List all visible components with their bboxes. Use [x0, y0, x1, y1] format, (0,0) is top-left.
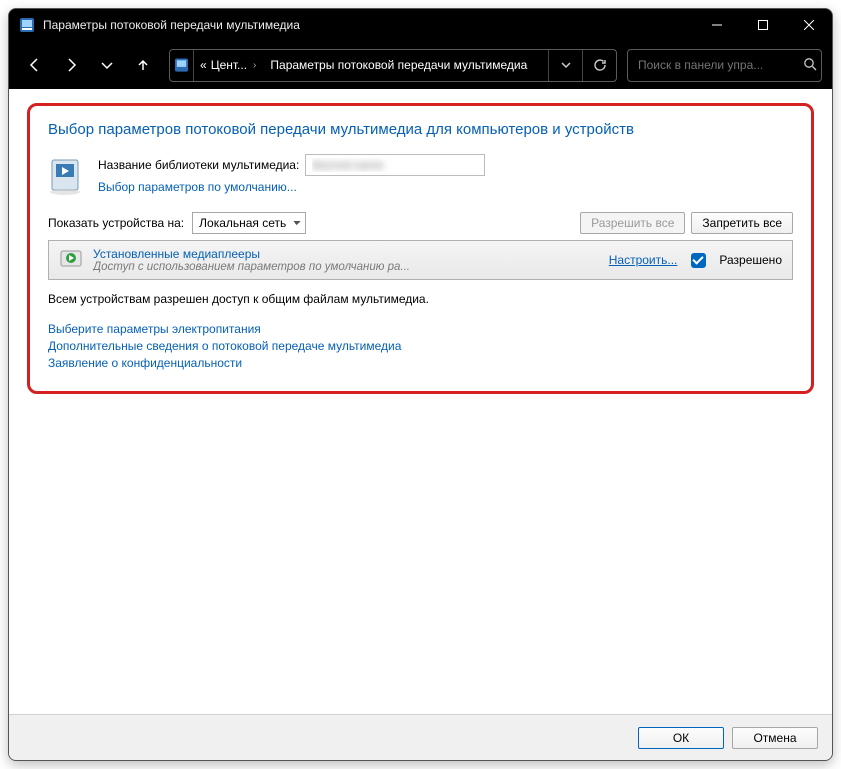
allow-all-button[interactable]: Разрешить все: [580, 212, 685, 234]
page-heading: Выбор параметров потоковой передачи муль…: [48, 120, 793, 140]
power-settings-link[interactable]: Выберите параметры электропитания: [48, 322, 793, 336]
allowed-label: Разрешено: [719, 253, 782, 267]
forward-button[interactable]: [55, 49, 87, 81]
address-icon: [170, 50, 194, 81]
window-title: Параметры потоковой передачи мультимедиа: [43, 18, 300, 32]
device-subtitle: Доступ с использованием параметров по ум…: [93, 261, 599, 273]
library-label-row: Название библиотеки мультимедиа:: [98, 154, 485, 176]
breadcrumb-seg1: Цент...: [211, 58, 247, 72]
minimize-button[interactable]: [694, 9, 740, 41]
recent-button[interactable]: [91, 49, 123, 81]
maximize-button[interactable]: [740, 9, 786, 41]
window: Параметры потоковой передачи мультимедиа: [8, 8, 833, 761]
breadcrumb-current[interactable]: Параметры потоковой передачи мультимедиа: [264, 50, 533, 81]
show-devices-label: Показать устройства на:: [48, 216, 184, 230]
navbar: « Цент... › Параметры потоковой передачи…: [9, 41, 832, 89]
search-icon[interactable]: [803, 57, 817, 74]
page: Выбор параметров потоковой передачи муль…: [9, 89, 832, 714]
highlighted-panel: Выбор параметров потоковой передачи муль…: [27, 103, 814, 394]
deny-all-button[interactable]: Запретить все: [691, 212, 793, 234]
device-title: Установленные медиаплееры: [93, 247, 599, 261]
chevron-right-icon: ›: [251, 60, 258, 71]
address-dropdown-button[interactable]: [548, 50, 582, 81]
network-select[interactable]: Локальная сеть: [192, 212, 306, 234]
breadcrumb-seg2: Параметры потоковой передачи мультимедиа: [270, 58, 527, 72]
ok-button[interactable]: ОК: [638, 727, 724, 749]
link-list: Выберите параметры электропитания Дополн…: [48, 322, 793, 370]
library-label: Название библиотеки мультимедиа:: [98, 158, 299, 172]
device-texts: Установленные медиаплееры Доступ с испол…: [93, 247, 599, 273]
library-name-input[interactable]: [305, 154, 485, 176]
back-button[interactable]: [19, 49, 51, 81]
refresh-button[interactable]: [582, 50, 616, 81]
footer: ОК Отмена: [9, 714, 832, 760]
library-row: Название библиотеки мультимедиа: Выбор п…: [48, 154, 793, 196]
up-button[interactable]: [127, 49, 159, 81]
more-info-link[interactable]: Дополнительные сведения о потоковой пере…: [48, 339, 793, 353]
cancel-button[interactable]: Отмена: [732, 727, 818, 749]
content: Выбор параметров потоковой передачи муль…: [9, 89, 832, 760]
search-bar[interactable]: [627, 49, 822, 82]
breadcrumb-prefix[interactable]: « Цент... ›: [194, 50, 264, 81]
search-input[interactable]: [636, 57, 795, 73]
show-devices-row: Показать устройства на: Локальная сеть Р…: [48, 212, 793, 234]
breadcrumb-prefix-text: «: [200, 58, 207, 72]
configure-link[interactable]: Настроить...: [609, 253, 678, 267]
library-fields: Название библиотеки мультимедиа: Выбор п…: [98, 154, 485, 194]
status-text: Всем устройствам разрешен доступ к общим…: [48, 292, 793, 306]
media-library-icon: [48, 154, 86, 196]
device-row[interactable]: Установленные медиаплееры Доступ с испол…: [48, 240, 793, 280]
default-settings-link[interactable]: Выбор параметров по умолчанию...: [98, 180, 297, 194]
close-button[interactable]: [786, 9, 832, 41]
address-bar[interactable]: « Цент... › Параметры потоковой передачи…: [169, 49, 617, 82]
titlebar: Параметры потоковой передачи мультимедиа: [9, 9, 832, 41]
media-player-icon: [59, 248, 83, 272]
privacy-link[interactable]: Заявление о конфиденциальности: [48, 356, 793, 370]
allowed-checkbox[interactable]: [691, 253, 706, 268]
app-icon: [19, 17, 35, 33]
